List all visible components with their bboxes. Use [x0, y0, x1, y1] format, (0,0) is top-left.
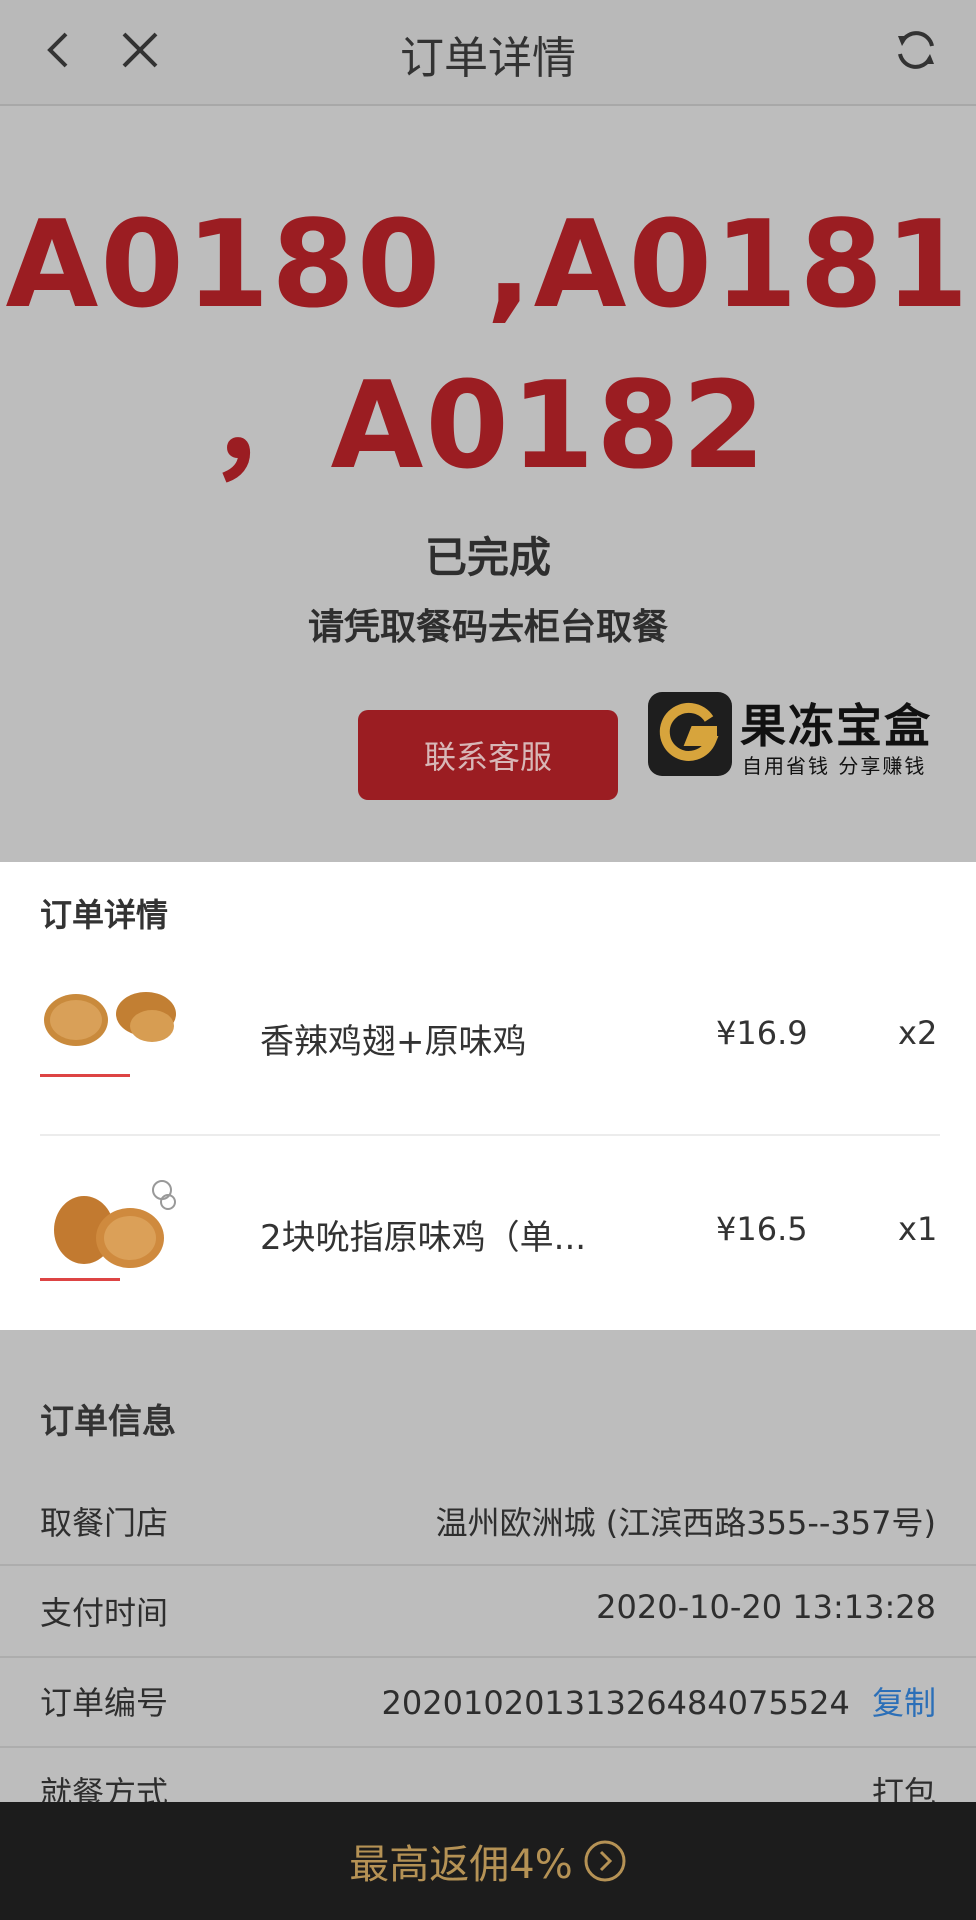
item-price: ¥16.9: [716, 1014, 808, 1052]
info-row-order-number: 订单编号 20201020131326484075524 复制: [0, 1656, 976, 1748]
order-number: 20201020131326484075524: [381, 1684, 850, 1722]
item-name: 2块吮指原味鸡（单...: [260, 1218, 587, 1258]
items-section-title: 订单详情: [40, 896, 169, 934]
item-price: ¥16.5: [716, 1210, 808, 1248]
watermark-title: 果冻宝盒: [740, 699, 932, 753]
item-image: [36, 970, 186, 1090]
pickup-hint: 请凭取餐码去柜台取餐: [307, 607, 668, 648]
info-value-group: 20201020131326484075524 复制: [382, 1678, 936, 1724]
copy-button[interactable]: 复制: [872, 1684, 936, 1722]
item-name: 香辣鸡翅+原味鸡: [260, 1022, 527, 1062]
order-item[interactable]: 2块吮指原味鸡（单... ¥16.5 x1: [0, 1136, 976, 1326]
info-label: 取餐门店: [40, 1504, 169, 1542]
info-row-store: 取餐门店 温州欧洲城 (江滨西路355--357号): [0, 1474, 976, 1566]
info-label: 支付时间: [40, 1594, 169, 1632]
pickup-code-line-1: A0180 ,A0181: [5, 196, 971, 335]
commission-label: 最高返佣4%: [349, 1842, 573, 1888]
info-label: 订单编号: [40, 1684, 169, 1722]
page-title: 订单详情: [400, 33, 576, 84]
refresh-icon: [898, 31, 934, 69]
item-quantity: x1: [898, 1210, 938, 1248]
order-item[interactable]: 香辣鸡翅+原味鸡 ¥16.9 x2: [0, 940, 976, 1130]
info-row-pay-time: 支付时间 2020-10-20 13:13:28: [0, 1566, 976, 1658]
item-image: [36, 1168, 186, 1288]
watermark: 果冻宝盒 自用省钱 分享赚钱: [648, 686, 968, 782]
arrow-right-circle-icon: [584, 1840, 626, 1882]
commission-bar[interactable]: 最高返佣4%: [0, 1802, 976, 1920]
pickup-code-line-2: ，A0182: [208, 357, 768, 496]
info-section-title: 订单信息: [40, 1402, 176, 1442]
refresh-button[interactable]: [884, 18, 948, 82]
watermark-logo: [648, 692, 732, 776]
info-value: 温州欧洲城 (江滨西路355--357号): [435, 1504, 936, 1542]
info-value: 2020-10-20 13:13:28: [596, 1588, 936, 1626]
order-status: 已完成: [424, 533, 551, 582]
contact-service-button[interactable]: 联系客服: [358, 710, 618, 800]
item-quantity: x2: [898, 1014, 938, 1052]
watermark-subtitle: 自用省钱 分享赚钱: [742, 754, 927, 778]
g-logo-icon: [659, 702, 719, 761]
